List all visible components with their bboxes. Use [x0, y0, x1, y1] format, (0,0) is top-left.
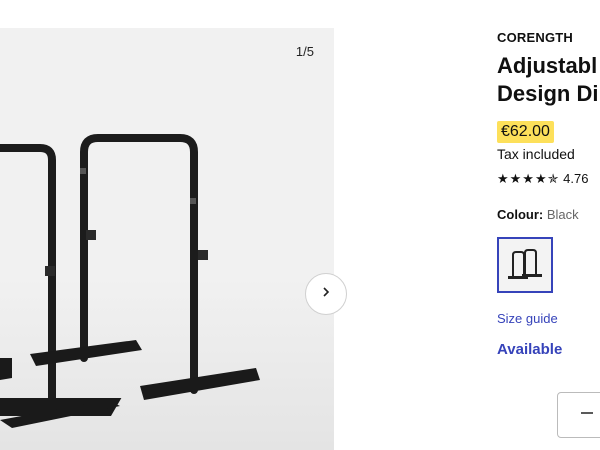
price-tag: €62.00	[497, 121, 554, 143]
quantity-decrease-button[interactable]	[557, 392, 600, 438]
colour-selection-label: Colour: Black	[497, 207, 579, 222]
product-image	[0, 134, 334, 450]
rating[interactable]: ★★★★✯ 4.76	[497, 171, 588, 187]
colour-swatch-black[interactable]	[497, 237, 553, 293]
colour-label: Colour:	[497, 207, 544, 222]
dip-bars-thumbnail	[508, 249, 542, 279]
image-counter: 1/5	[295, 44, 314, 59]
product-title-line: Design Di	[497, 81, 599, 106]
tax-note: Tax included	[497, 146, 575, 162]
colour-value: Black	[546, 207, 579, 222]
product-title-line: Adjustabl	[497, 53, 598, 78]
chevron-right-icon	[320, 285, 332, 303]
product-title: Adjustabl Design Di	[497, 52, 600, 108]
rating-value: 4.76	[563, 171, 589, 186]
availability-status: Available	[497, 341, 563, 358]
minus-icon	[580, 406, 594, 425]
next-image-button[interactable]	[305, 273, 347, 315]
star-rating-icons: ★★★★✯	[497, 171, 560, 186]
size-guide-link[interactable]: Size guide	[497, 311, 558, 326]
brand-name[interactable]: CORENGTH	[497, 30, 573, 45]
product-image-gallery[interactable]: 1/5	[0, 28, 334, 450]
product-info-panel: CORENGTH Adjustabl Design Di €62.00 Tax …	[497, 0, 600, 450]
